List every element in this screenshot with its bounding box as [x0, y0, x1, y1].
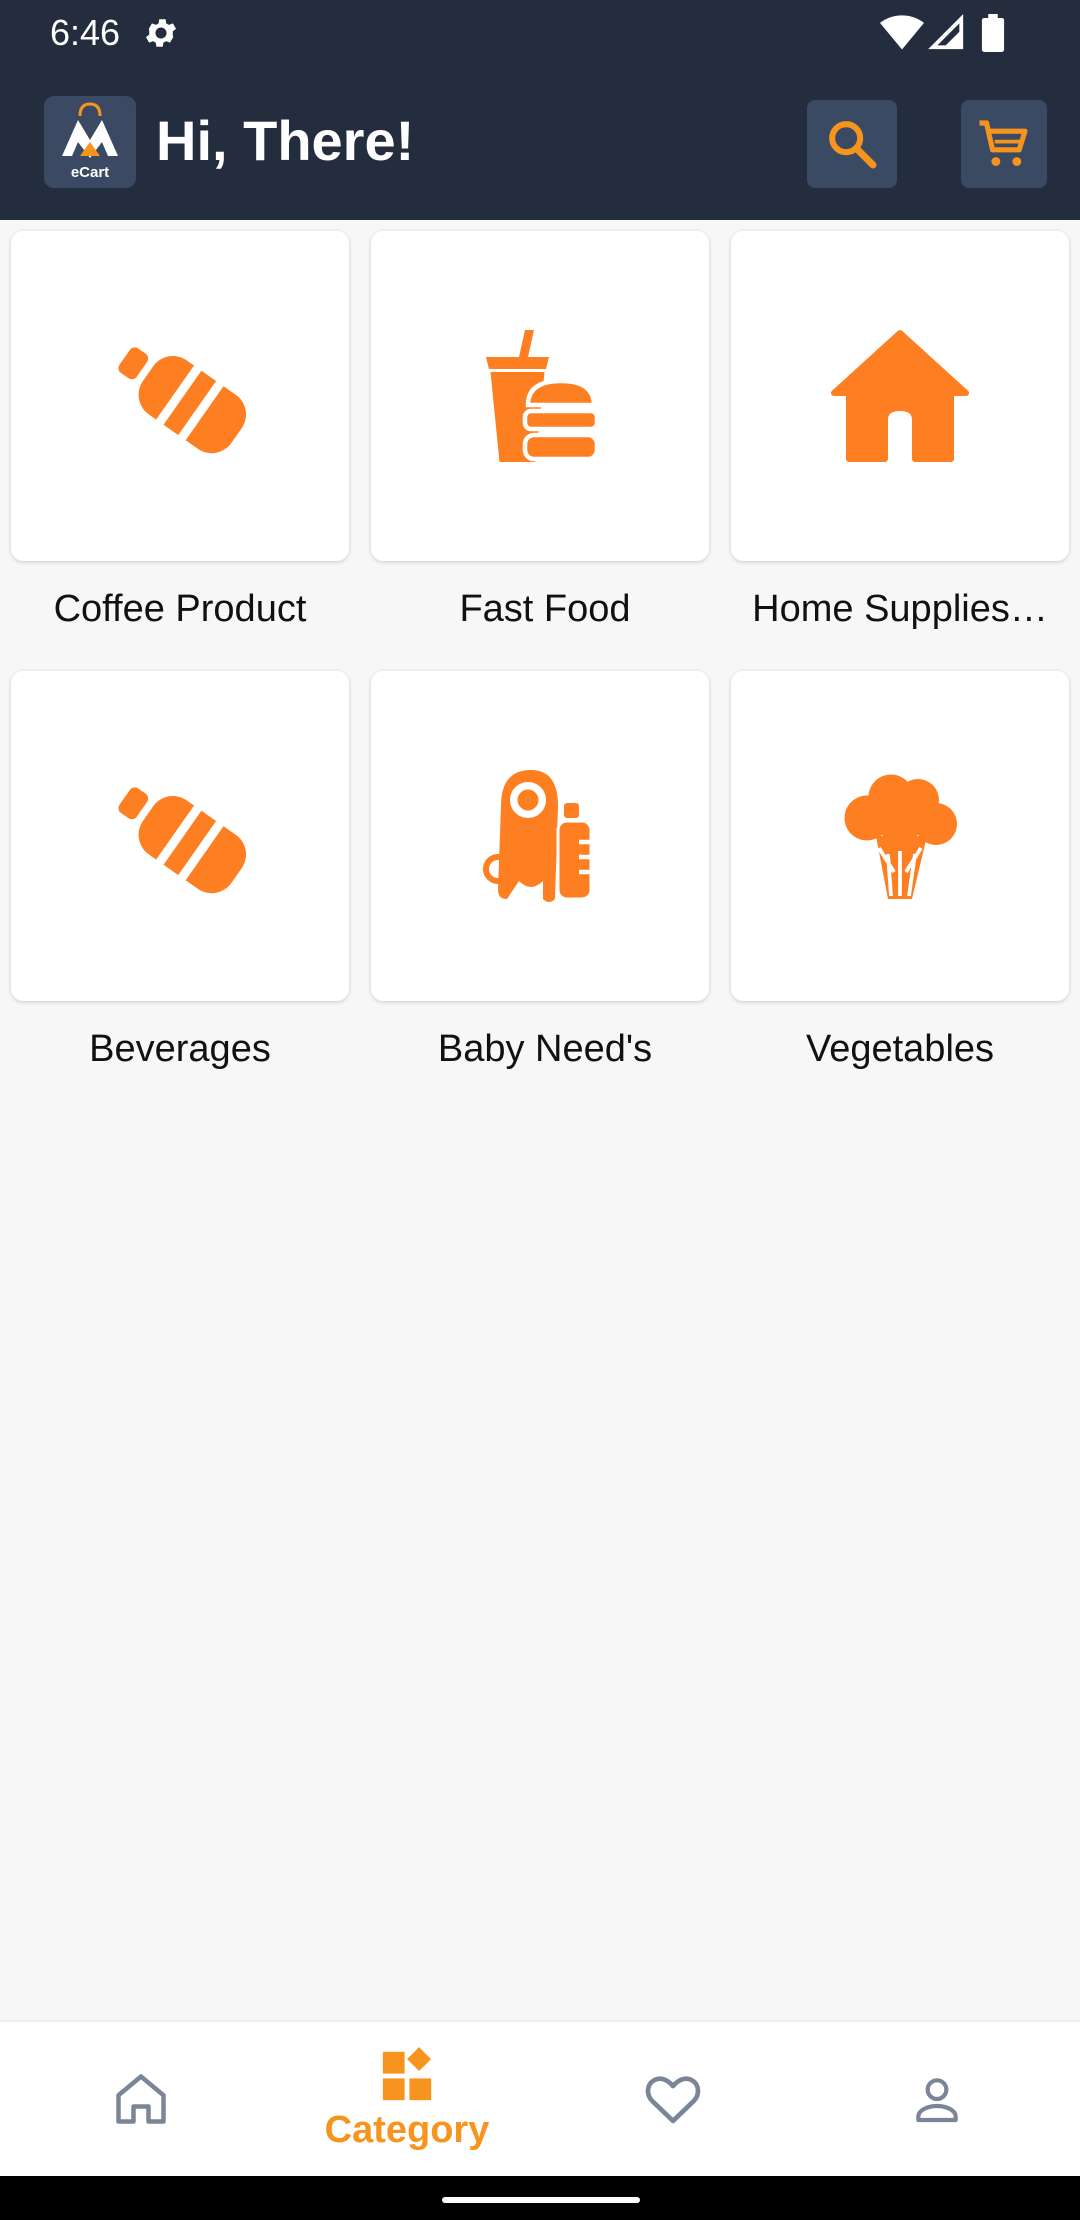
heart-icon [645, 2076, 701, 2124]
category-label: Home Supplies… [752, 588, 1048, 630]
nav-item-profile[interactable] [802, 2022, 1072, 2176]
category-card-home-supplies[interactable] [731, 231, 1069, 561]
category-label: Coffee Product [53, 588, 307, 630]
nav-item-favorites[interactable] [538, 2022, 808, 2176]
logo-text: eCart [70, 164, 110, 181]
category-icon [382, 2046, 432, 2100]
baby-bib-bottle-icon [483, 770, 593, 902]
category-card-baby-needs[interactable] [371, 671, 709, 1001]
bottom-nav: Category [0, 2022, 1080, 2176]
gesture-bar [0, 2176, 1080, 2220]
signal-icon [928, 14, 964, 50]
category-card-coffee-product[interactable] [11, 231, 349, 561]
category-card-fast-food[interactable] [371, 231, 709, 561]
fast-food-icon [486, 330, 600, 462]
app-bar: eCart Hi, There! [0, 66, 1080, 220]
status-bar: 6:46 [0, 0, 1080, 66]
cart-icon [979, 120, 1028, 166]
user-icon [916, 2078, 958, 2123]
cart-button[interactable] [961, 100, 1047, 188]
ecart-logo: eCart [44, 96, 136, 188]
category-label: Fast Food [459, 588, 631, 630]
category-label: Vegetables [805, 1028, 995, 1070]
search-icon [829, 121, 877, 169]
nav-item-category[interactable]: Category [272, 2022, 542, 2176]
bottle-icon [118, 347, 247, 454]
category-card-beverages[interactable] [11, 671, 349, 1001]
gear-icon [145, 19, 177, 47]
category-label: Beverages [89, 1028, 271, 1070]
battery-icon [981, 14, 1005, 52]
category-card-vegetables[interactable] [731, 671, 1069, 1001]
nav-item-home[interactable] [6, 2022, 276, 2176]
page-title: Hi, There! [156, 109, 415, 172]
category-label: Baby Need's [437, 1028, 653, 1070]
bottle-icon [118, 787, 247, 894]
search-button[interactable] [807, 100, 897, 188]
home-icon [116, 2074, 166, 2124]
house-icon [831, 330, 969, 462]
nav-label-category: Category [324, 2108, 490, 2151]
home-gesture-handle[interactable] [442, 2197, 640, 2203]
status-time: 6:46 [50, 12, 121, 53]
broccoli-icon [844, 774, 957, 899]
wifi-icon [880, 15, 924, 50]
